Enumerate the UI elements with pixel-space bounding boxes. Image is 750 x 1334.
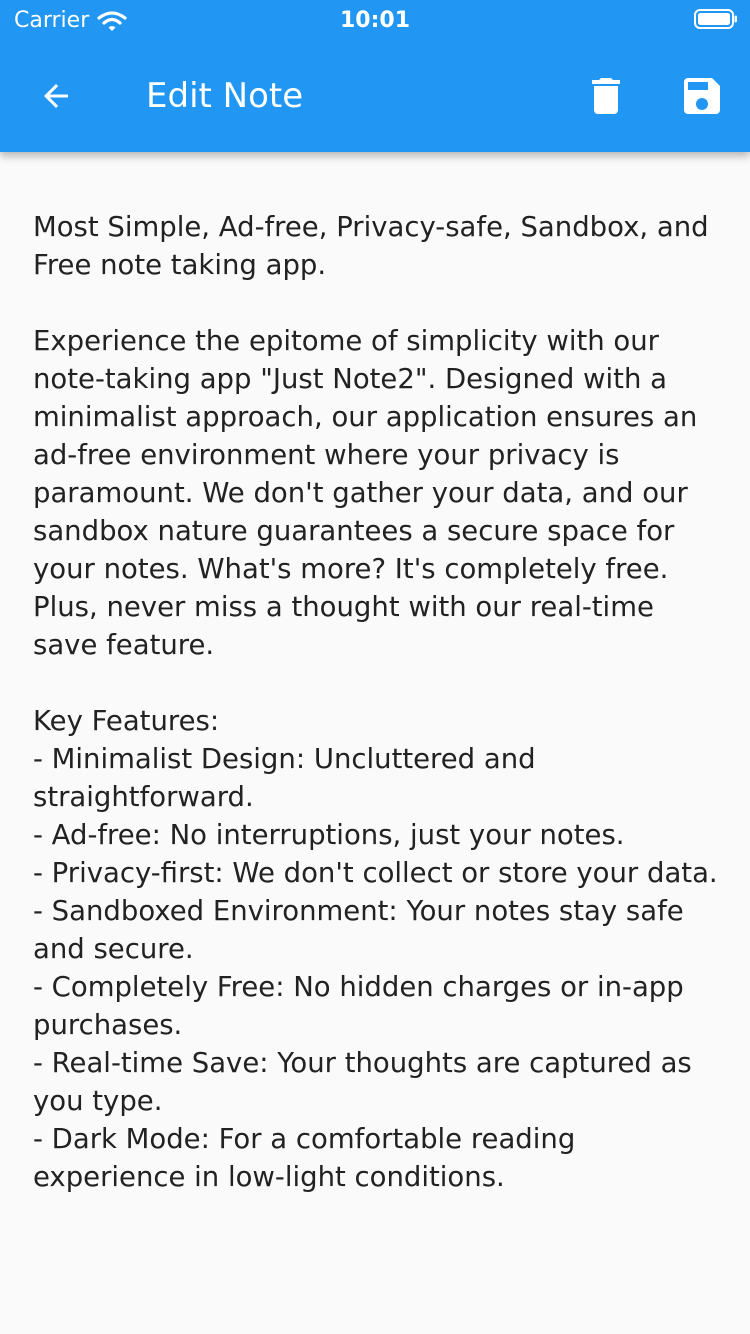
status-bar: Carrier 10:01: [0, 0, 750, 40]
save-button[interactable]: [676, 70, 728, 122]
back-button[interactable]: [30, 70, 82, 122]
save-icon: [684, 78, 720, 114]
trash-icon: [592, 78, 620, 114]
arrow-left-icon: [44, 84, 68, 108]
delete-button[interactable]: [580, 70, 632, 122]
page-title: Edit Note: [146, 76, 304, 116]
note-content-field[interactable]: Most Simple, Ad-free, Privacy-safe, Sand…: [33, 208, 723, 1318]
app-toolbar: Edit Note: [0, 40, 750, 152]
app-header: Carrier 10:01 Edit Note: [0, 0, 750, 152]
battery-icon: [694, 9, 737, 29]
status-time: 10:01: [339, 8, 411, 33]
